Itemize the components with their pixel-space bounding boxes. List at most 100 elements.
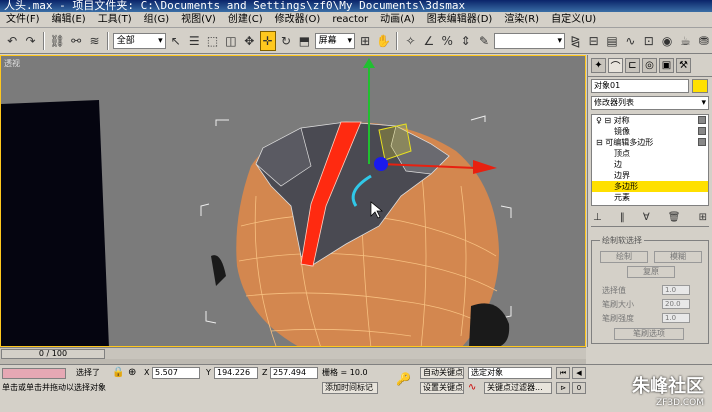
y-label[interactable]: Y [206,367,211,379]
paint-button[interactable]: 绘制 [600,251,648,263]
stack-item[interactable]: 边 [592,159,708,170]
auto-key-button[interactable]: 自动关键点 [420,367,464,379]
stack-item[interactable]: 顶点 [592,148,708,159]
named-selection-sets-dropdown[interactable] [494,32,566,49]
bind-space-warp-icon[interactable]: ≋ [86,31,102,51]
menu-edit[interactable]: 编辑(E) [46,12,92,28]
selection-status[interactable]: 选择了 [76,367,100,379]
hierarchy-tab-icon[interactable]: ⊏ [625,58,640,73]
stack-item[interactable]: ♀ ⊟ 对称 [592,115,708,126]
revert-button[interactable]: 复原 [627,266,675,278]
modifier-list-dropdown[interactable]: 修改器列表 [591,96,709,110]
key-filters-button[interactable]: 关键点过滤器... [484,382,552,394]
modify-tab-icon[interactable]: ⌒ [608,58,623,73]
brush-strength-spinner[interactable]: 1.0 [662,313,690,323]
z-label[interactable]: Z [262,367,267,379]
stack-item[interactable]: 元素 [592,192,708,203]
stack-item-toggle-icon[interactable] [698,116,706,124]
select-value-spinner[interactable]: 1.0 [662,285,690,295]
menu-file[interactable]: 文件(F) [0,12,46,28]
selection-filter-dropdown[interactable]: 全部 [112,32,166,49]
brush-size-label[interactable]: 笔刷大小 [602,299,634,310]
add-time-tag-button[interactable]: 添加时间标记 [322,382,378,394]
render-setup-icon[interactable]: ☕ [677,31,693,51]
utilities-tab-icon[interactable]: ⚒ [676,58,691,73]
lock-selection-icon[interactable]: 🔒 [112,367,124,379]
window-crossing-icon[interactable]: ◫ [223,31,239,51]
y-coordinate-field[interactable]: 194.226 [214,367,258,379]
link-icon[interactable]: ⛓ [49,31,66,51]
blur-button[interactable]: 模糊 [654,251,702,263]
watermark-main-text[interactable]: 朱峰社区 [632,376,704,397]
z-coordinate-field[interactable]: 257.494 [270,367,318,379]
stack-item[interactable]: 边界 [592,170,708,181]
menu-customize[interactable]: 自定义(U) [545,12,602,28]
grid-size-display[interactable]: 栅格 = 10.0 [322,367,368,379]
selected-objects-dropdown[interactable]: 选定对象 [468,367,552,379]
redo-icon[interactable]: ↷ [22,31,38,51]
mirror-icon[interactable]: ⧎ [567,31,583,51]
menu-views[interactable]: 视图(V) [175,12,222,28]
go-to-start-icon[interactable]: ⏮ [556,367,570,379]
stack-item[interactable]: ⊟ 可编辑多边形 [592,137,708,148]
menu-animation[interactable]: 动画(A) [374,12,421,28]
rollout-title[interactable]: 绘制软选择 [600,235,644,246]
object-color-swatch[interactable] [692,79,708,93]
watermark-sub-text[interactable]: ZF3D.COM [632,398,704,408]
remove-modifier-icon[interactable]: 🗑 [668,212,681,223]
object-name-field[interactable]: 对象01 [591,79,689,93]
key-mode-icon[interactable]: ⊳ [556,382,570,394]
undo-icon[interactable]: ↶ [4,31,20,51]
create-tab-icon[interactable]: ✦ [591,58,606,73]
show-end-result-icon[interactable]: ‖ [620,212,625,223]
material-editor-icon[interactable]: ◉ [659,31,675,51]
curve-editor-icon[interactable]: ∿ [622,31,638,51]
menu-group[interactable]: 组(G) [138,12,176,28]
stack-item-toggle-icon[interactable] [698,138,706,146]
percent-snap-icon[interactable]: % [439,31,455,51]
key-icon[interactable]: 🔑 [396,373,411,385]
maxscript-listener[interactable] [2,368,66,379]
select-move-active-icon[interactable]: ✛ [259,30,276,51]
angle-snap-icon[interactable]: ∠ [421,31,437,51]
menu-tools[interactable]: 工具(T) [92,12,138,28]
select-move-icon[interactable]: ✥ [241,31,257,51]
x-label[interactable]: X [144,367,149,379]
select-by-name-icon[interactable]: ☰ [186,31,202,51]
brush-strength-label[interactable]: 笔刷强度 [602,313,634,324]
schematic-view-icon[interactable]: ⊡ [641,31,657,51]
menu-create[interactable]: 创建(C) [222,12,269,28]
select-icon[interactable]: ↖ [168,31,184,51]
x-coordinate-field[interactable]: 5.507 [152,367,200,379]
align-icon[interactable]: ⊟ [585,31,601,51]
make-unique-icon[interactable]: ∀ [643,212,650,223]
site-watermark-logo[interactable]: 朱峰社区 ZF3D.COM [632,372,704,408]
stack-item[interactable]: 镜像 [592,126,708,137]
configure-sets-icon[interactable]: ⊞ [699,212,707,223]
quick-render-icon[interactable]: ⛃ [696,31,712,51]
curve-icon[interactable]: ∿ [468,382,476,394]
manipulate-icon[interactable]: ✋ [375,31,392,51]
select-value-label[interactable]: 选择值 [602,285,626,296]
named-selection-icon[interactable]: ✎ [476,31,492,51]
current-frame-field[interactable]: 0 [572,382,586,394]
stack-item-toggle-icon[interactable] [698,127,706,135]
previous-frame-icon[interactable]: ◀ [572,367,586,379]
select-rotate-icon[interactable]: ↻ [278,31,294,51]
menu-reactor[interactable]: reactor [326,12,374,28]
menu-graph-editors[interactable]: 图表编辑器(D) [421,12,499,28]
stack-item[interactable]: 多边形 [592,181,708,192]
spinner-snap-icon[interactable]: ⇕ [457,31,473,51]
pin-stack-icon[interactable]: ⊥ [593,212,602,223]
select-scale-icon[interactable]: ⬒ [296,31,312,51]
pivot-center-icon[interactable]: ⊞ [357,31,373,51]
layer-manager-icon[interactable]: ▤ [604,31,620,51]
snap-icon[interactable]: ✧ [402,31,418,51]
rect-selection-icon[interactable]: ⬚ [204,31,220,51]
time-slider[interactable]: 0 / 100 [0,347,586,359]
menu-rendering[interactable]: 渲染(R) [498,12,545,28]
time-slider-thumb[interactable]: 0 / 100 [1,349,105,359]
brush-size-spinner[interactable]: 20.0 [662,299,690,309]
menu-modifiers[interactable]: 修改器(O) [269,12,327,28]
set-key-button[interactable]: 设置关键点 [420,382,464,394]
